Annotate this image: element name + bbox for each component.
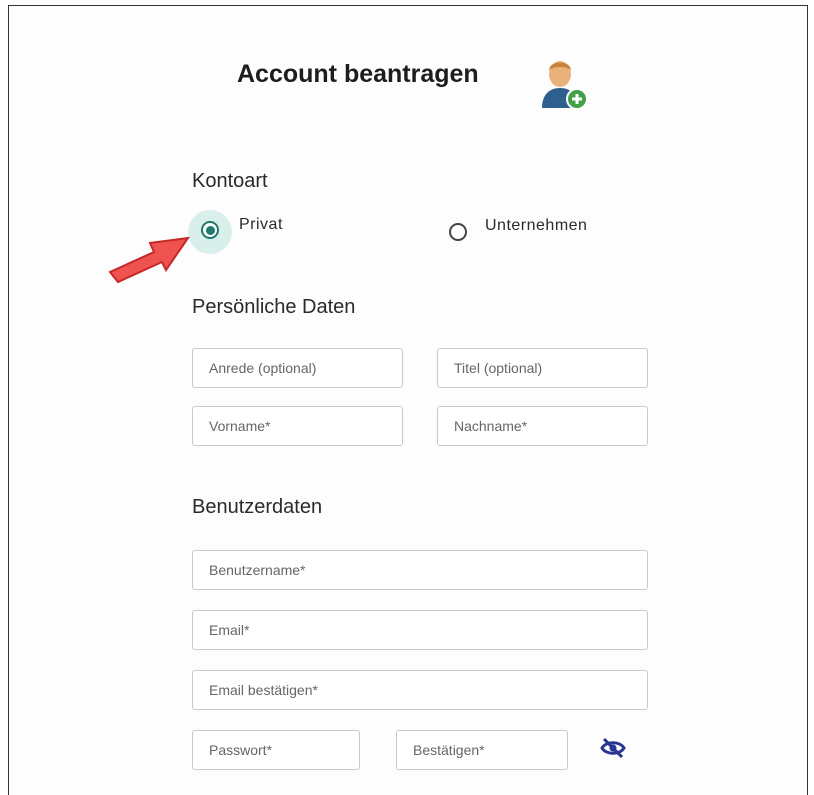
radio-privat[interactable]: Privat xyxy=(201,216,283,239)
title-field[interactable]: Titel (optional) xyxy=(437,348,648,388)
salutation-field[interactable]: Anrede (optional) xyxy=(192,348,403,388)
email-field[interactable]: Email* xyxy=(192,610,648,650)
lastname-field[interactable]: Nachname* xyxy=(437,406,648,446)
firstname-field[interactable]: Vorname* xyxy=(192,406,403,446)
annotation-arrow-icon xyxy=(108,236,191,284)
personal-data-heading: Persönliche Daten xyxy=(192,296,356,318)
eye-off-icon[interactable] xyxy=(600,738,626,758)
user-data-heading: Benutzerdaten xyxy=(192,496,323,518)
username-field[interactable]: Benutzername* xyxy=(192,550,648,590)
radio-privat-control[interactable] xyxy=(201,221,219,239)
account-type-heading: Kontoart xyxy=(192,170,268,192)
page-title: Account beantragen xyxy=(237,60,479,88)
add-user-icon xyxy=(542,61,588,110)
radio-unternehmen-label: Unternehmen xyxy=(485,217,588,234)
radio-unternehmen-control[interactable] xyxy=(449,223,467,241)
email-confirm-field[interactable]: Email bestätigen* xyxy=(192,670,648,710)
radio-unternehmen[interactable]: Unternehmen xyxy=(449,217,587,241)
radio-privat-label: Privat xyxy=(239,216,283,233)
password-confirm-field[interactable]: Bestätigen* xyxy=(396,730,568,770)
password-field[interactable]: Passwort* xyxy=(192,730,360,770)
